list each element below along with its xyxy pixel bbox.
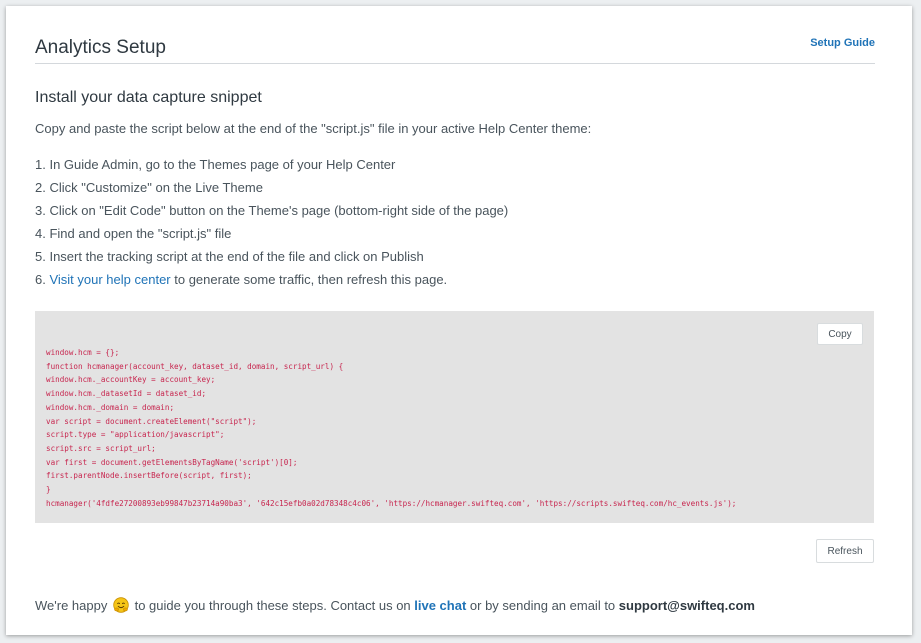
copy-button[interactable]: Copy: [817, 323, 863, 345]
code-line: var script = document.createElement("scr…: [46, 416, 257, 426]
code-line: hcmanager('4fdfe27200893eb99847b23714a90…: [46, 498, 737, 508]
footer-text-part2: to guide you through these steps. Contac…: [130, 598, 415, 613]
code-line: first.parentNode.insertBefore(script, fi…: [46, 471, 252, 481]
support-email: support@swifteq.com: [618, 598, 755, 613]
code-snippet: window.hcm = {}; function hcmanager(accou…: [46, 346, 736, 510]
code-line: script.src = script_url;: [46, 443, 156, 453]
step-6: 6. Visit your help center to generate so…: [35, 272, 508, 295]
step-1: 1. In Guide Admin, go to the Themes page…: [35, 157, 396, 172]
step-3: 3. Click on "Edit Code" button on the Th…: [35, 203, 509, 218]
code-line: window.hcm = {};: [46, 348, 120, 357]
intro-text: Copy and paste the script below at the e…: [35, 121, 592, 136]
page-title: Analytics Setup: [35, 37, 166, 58]
footer-text-part1: We're happy: [35, 598, 108, 613]
step-5: 5. Insert the tracking script at the end…: [35, 249, 424, 264]
footer-text-part3: or by sending an email to: [466, 598, 619, 613]
step-6-suffix: to generate some traffic, then refresh t…: [170, 272, 448, 287]
refresh-button[interactable]: Refresh: [816, 539, 874, 563]
hugging-face-emoji-icon: [113, 597, 129, 613]
page-header: Analytics Setup Setup Guide: [35, 34, 875, 64]
step-6-prefix: 6.: [35, 272, 50, 287]
code-line: }: [46, 485, 51, 495]
step-4: 4. Find and open the "script.js" file: [35, 226, 232, 241]
steps-list: 1. In Guide Admin, go to the Themes page…: [35, 157, 508, 295]
setup-guide-link[interactable]: Setup Guide: [810, 37, 875, 49]
step-2: 2. Click "Customize" on the Live Theme: [35, 180, 263, 195]
live-chat-link[interactable]: live chat: [414, 598, 466, 613]
code-line: window.hcm._datasetId = dataset_id;: [46, 389, 207, 399]
code-line: function hcmanager(account_key, dataset_…: [46, 361, 344, 371]
section-title: Install your data capture snippet: [35, 89, 262, 106]
code-line: window.hcm._accountKey = account_key;: [46, 375, 216, 385]
footer-text: We're happy to guide you through these s…: [35, 597, 755, 613]
code-line: var first = document.getElementsByTagNam…: [46, 457, 298, 467]
code-line: script.type = "application/javascript";: [46, 430, 225, 440]
analytics-setup-card: Analytics Setup Setup Guide Install your…: [6, 6, 912, 635]
code-snippet-box: Copy window.hcm = {}; function hcmanager(…: [35, 311, 874, 523]
code-line: window.hcm._domain = domain;: [46, 402, 175, 412]
visit-help-center-link[interactable]: Visit your help center: [49, 272, 170, 287]
